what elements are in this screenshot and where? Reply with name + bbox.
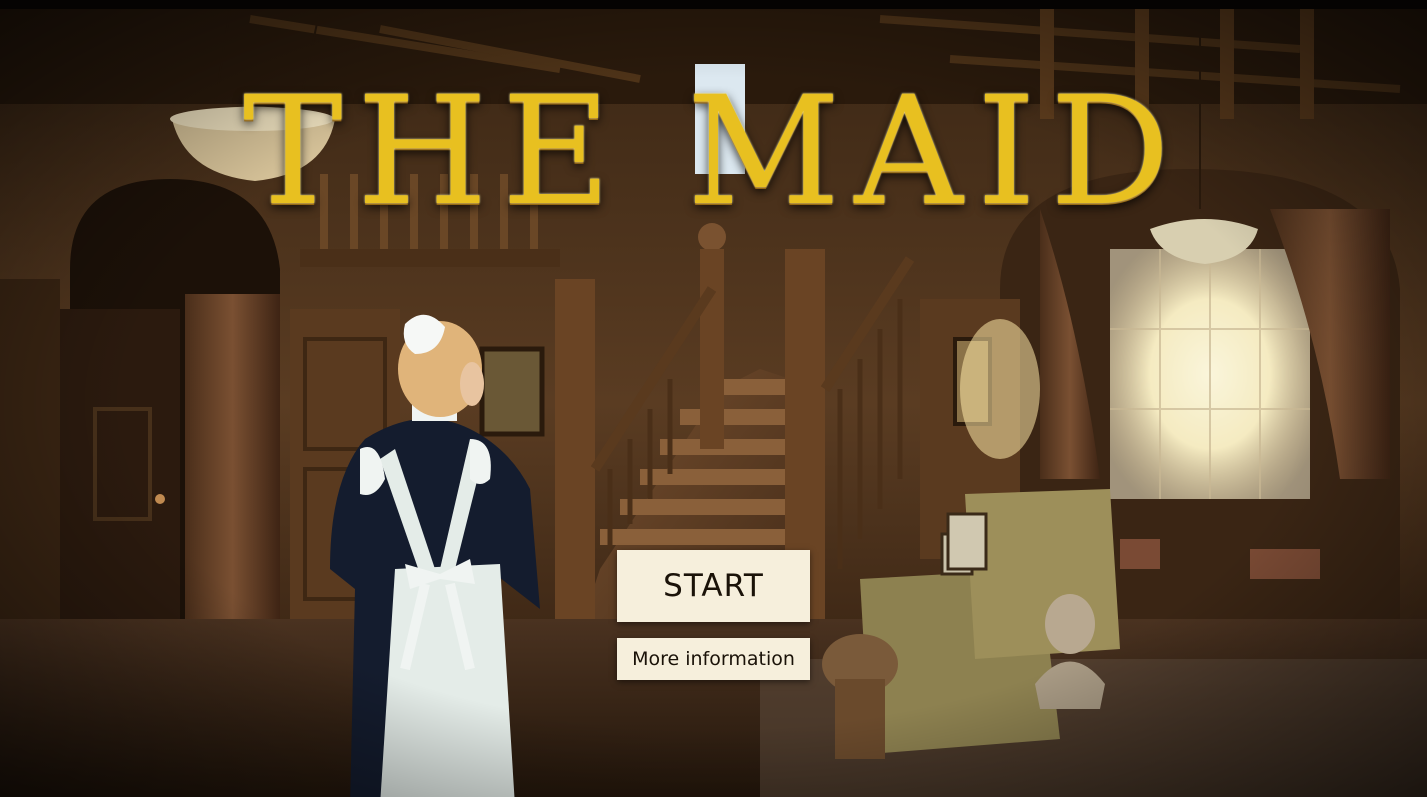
game-title: THE MAID — [242, 65, 1185, 239]
title-screen: THE MAID START More information — [0, 0, 1427, 797]
more-information-button[interactable]: More information — [617, 638, 810, 680]
start-button[interactable]: START — [617, 550, 810, 622]
top-letterbox-bar — [0, 0, 1427, 9]
